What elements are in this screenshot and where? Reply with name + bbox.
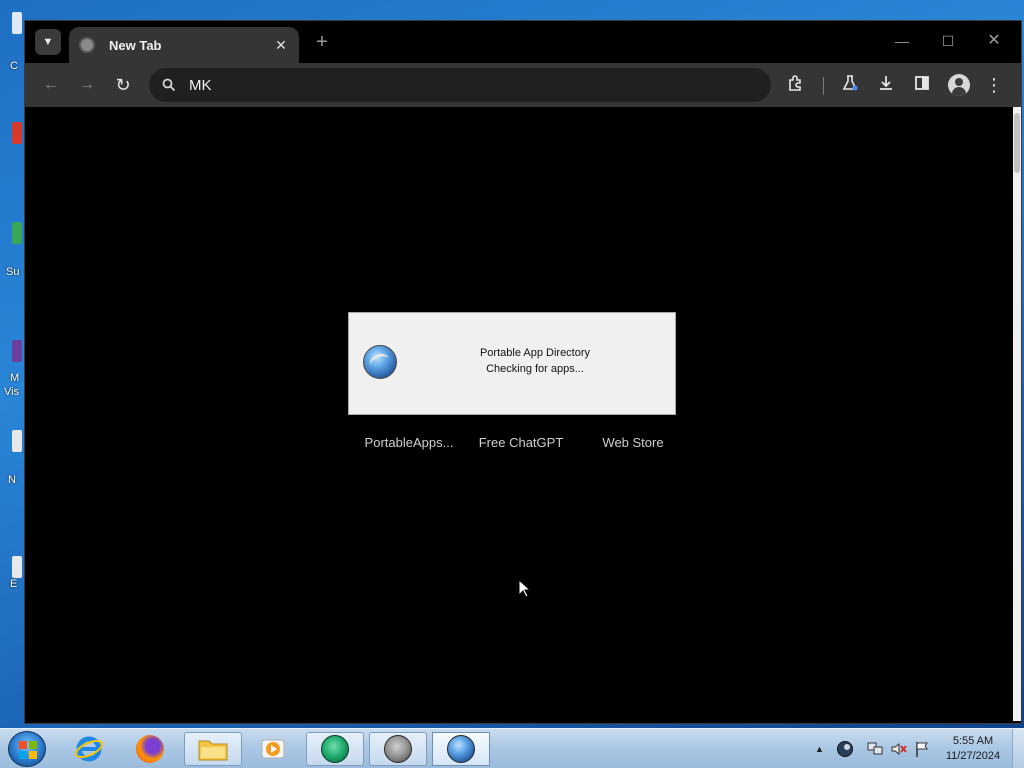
taskbar-app-portable-browser[interactable] [306, 732, 364, 766]
desktop-icon-2[interactable] [0, 122, 22, 158]
toolbar-separator [823, 77, 824, 95]
tab-close-icon[interactable]: ✕ [273, 37, 289, 53]
windows-logo-icon [19, 741, 37, 759]
desktop-shortcut-icon [12, 430, 22, 452]
shortcut-label-portableapps[interactable]: PortableApps... [354, 435, 464, 450]
desktop-shortcut-icon [12, 122, 22, 144]
address-bar[interactable] [149, 68, 771, 102]
desktop-icon-label: M [10, 372, 20, 384]
taskbar-app-file-explorer[interactable] [184, 732, 242, 766]
taskbar-app-firefox[interactable] [121, 732, 179, 766]
desktop-icon-3[interactable]: Su [0, 222, 22, 278]
desktop-shortcut-icon [12, 222, 22, 244]
desktop-icon-1[interactable]: C [0, 12, 22, 72]
desktop-shortcut-icon [12, 556, 22, 578]
vertical-scrollbar[interactable] [1013, 107, 1021, 721]
action-center-flag-icon[interactable] [914, 740, 930, 761]
taskbar-app-media-player[interactable] [244, 732, 302, 766]
dialog-title: Portable App Directory [479, 347, 591, 359]
network-tray-icon[interactable] [866, 740, 884, 761]
back-button[interactable]: ← [39, 73, 63, 97]
shortcut-label-web-store[interactable]: Web Store [578, 435, 688, 450]
desktop-icon-label: Su [6, 266, 20, 278]
desktop-icon-4[interactable]: M Vis [0, 340, 22, 398]
taskbar-app-portableapps[interactable] [432, 732, 490, 766]
desktop-icon-label: C [10, 60, 18, 72]
chevron-down-icon: ▼ [42, 36, 54, 48]
taskbar-app-internet-explorer[interactable] [60, 732, 118, 766]
browser-app-icon [321, 735, 349, 763]
desktop-shortcut-icon [12, 340, 22, 362]
tab-search-button[interactable]: ▼ [35, 29, 61, 55]
tab-title: New Tab [109, 37, 162, 53]
globe-favicon-icon [79, 37, 95, 53]
download-icon[interactable] [875, 74, 897, 96]
firefox-icon [136, 735, 164, 763]
browser-toolbar: ← → ↻ ⋮ [25, 63, 1021, 107]
taskbar-clock[interactable]: 5:55 AM 11/27/2024 [940, 734, 1006, 764]
new-tab-button[interactable]: + [311, 31, 333, 53]
show-desktop-button[interactable] [1012, 729, 1024, 768]
profile-avatar-icon[interactable] [948, 74, 970, 96]
desktop-icon-label: Vis [4, 386, 20, 398]
windows-taskbar: ▲ 5:55 AM 11/27/2024 [0, 728, 1024, 768]
minimize-button[interactable]: — [887, 29, 917, 53]
shortcut-label-free-chatgpt[interactable]: Free ChatGPT [466, 435, 576, 450]
desktop-icon-5[interactable]: N [0, 430, 22, 486]
dialog-message: Checking for apps... [486, 363, 584, 375]
clock-time: 5:55 AM [952, 735, 994, 747]
ie-icon [75, 736, 103, 762]
steam-tray-icon[interactable] [836, 740, 854, 761]
close-window-button[interactable]: ✕ [979, 29, 1009, 53]
labs-flask-icon[interactable] [839, 74, 861, 96]
tab-strip: ▼ New Tab ✕ + — ☐ ✕ [25, 21, 1021, 63]
reload-button[interactable]: ↻ [111, 73, 135, 97]
media-player-icon [261, 739, 285, 759]
taskbar-app-sync[interactable] [369, 732, 427, 766]
folder-icon [198, 740, 228, 761]
volume-muted-tray-icon[interactable] [890, 740, 908, 761]
side-panel-icon[interactable] [911, 74, 933, 96]
address-input[interactable] [189, 76, 749, 94]
scrollbar-thumb[interactable] [1014, 113, 1020, 173]
portableapps-icon [447, 735, 475, 763]
desktop-icon-6[interactable]: E [0, 556, 22, 592]
search-icon [161, 77, 177, 93]
show-hidden-icons-button[interactable]: ▲ [815, 744, 824, 754]
portable-app-directory-dialog: Portable App Directory Checking for apps… [348, 312, 676, 415]
desktop-icon-label: N [8, 474, 16, 486]
extensions-icon[interactable] [785, 74, 807, 96]
desktop-shortcut-icon [12, 12, 22, 34]
clock-date: 11/27/2024 [945, 750, 1001, 762]
start-button[interactable] [8, 731, 46, 767]
forward-button[interactable]: → [75, 73, 99, 97]
menu-kebab-icon[interactable]: ⋮ [983, 74, 1005, 96]
tab-new-tab[interactable]: New Tab ✕ [69, 27, 299, 63]
maximize-button[interactable]: ☐ [933, 29, 963, 53]
desktop-icon-label: E [10, 578, 18, 590]
sync-icon [384, 735, 412, 763]
